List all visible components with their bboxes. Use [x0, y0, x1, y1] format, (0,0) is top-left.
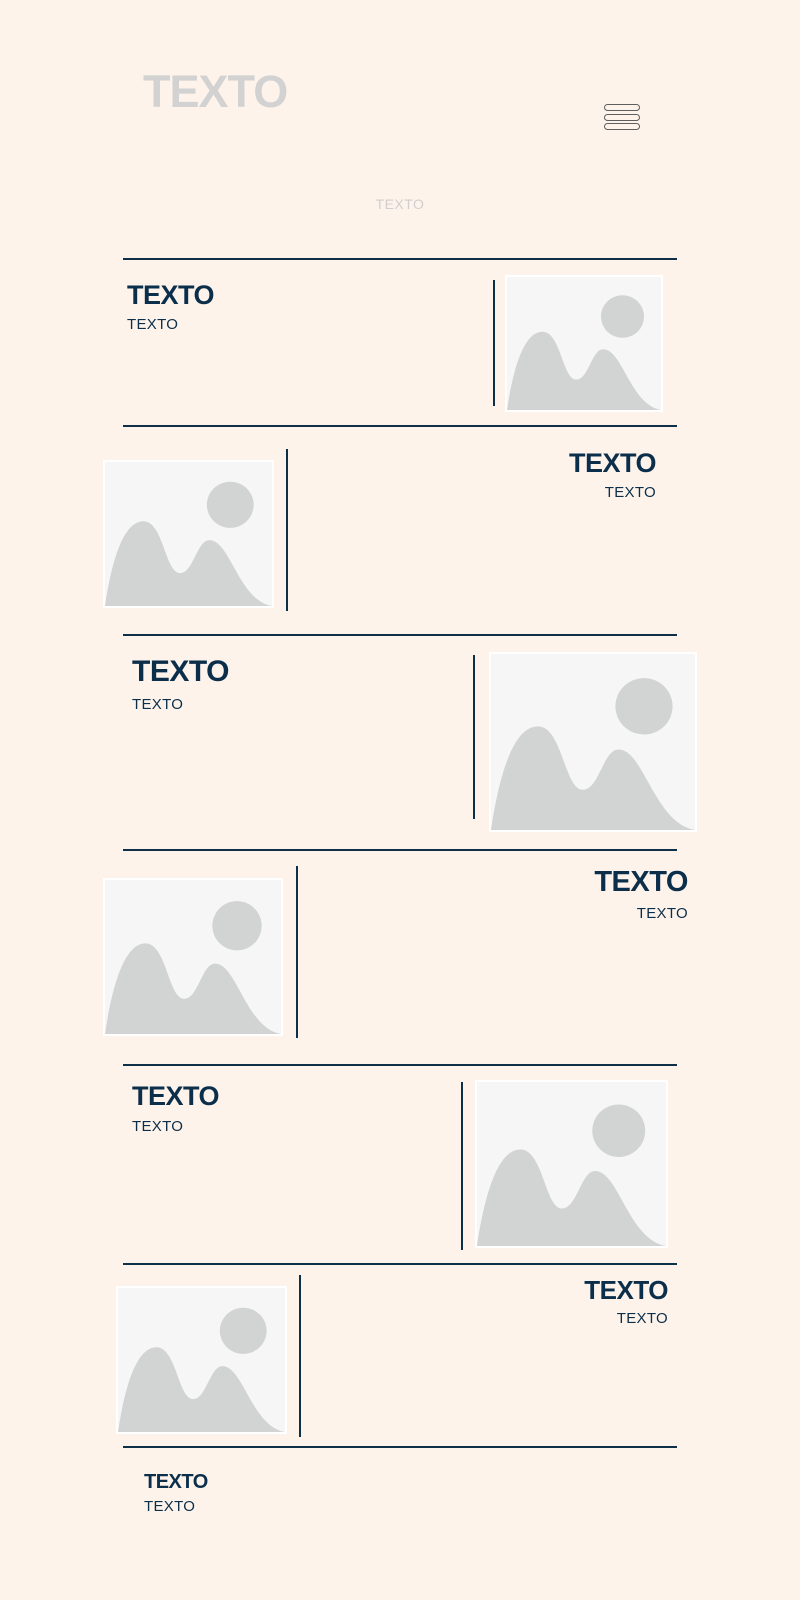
item-title: TEXTO — [144, 1471, 208, 1493]
image-placeholder-icon — [475, 1080, 668, 1248]
item-text: TEXTO — [636, 905, 688, 922]
item-title: TEXTO — [127, 280, 215, 310]
item-text: TEXTO — [127, 316, 179, 333]
page-subtitle: TEXTO — [375, 196, 425, 212]
hamburger-menu-button[interactable] — [604, 104, 642, 136]
item-title: TEXTO — [132, 655, 229, 688]
section-divider — [123, 849, 677, 851]
image-placeholder-icon — [505, 275, 663, 412]
image-placeholder-icon — [103, 878, 283, 1036]
item-separator — [473, 655, 475, 819]
item-text: TEXTO — [132, 696, 184, 713]
item-separator — [461, 1082, 463, 1250]
image-placeholder-icon — [103, 460, 274, 608]
section-divider — [123, 634, 677, 636]
menu-bar — [604, 113, 640, 121]
item-title: TEXTO — [132, 1081, 220, 1111]
section-divider — [123, 425, 677, 427]
item-title: TEXTO — [584, 1275, 668, 1305]
section-divider — [123, 1263, 677, 1265]
menu-bar — [604, 123, 640, 130]
item-text: TEXTO — [616, 1310, 668, 1327]
item-separator — [299, 1275, 301, 1437]
list-item[interactable]: TEXTO TEXTO — [568, 448, 657, 501]
list-item[interactable]: TEXTO TEXTO — [584, 1277, 668, 1326]
item-separator — [286, 449, 288, 611]
item-text: TEXTO — [604, 484, 656, 501]
list-item[interactable]: TEXTO TEXTO — [594, 866, 688, 922]
menu-bar — [604, 104, 640, 111]
item-separator — [493, 280, 495, 406]
image-placeholder-icon — [489, 652, 697, 832]
item-title: TEXTO — [594, 866, 688, 898]
section-divider — [123, 258, 677, 260]
item-text: TEXTO — [132, 1118, 184, 1135]
logo[interactable]: TEXTO — [143, 66, 288, 118]
section-divider — [123, 1446, 677, 1448]
list-item[interactable]: TEXTO TEXTO — [132, 655, 229, 713]
list-item[interactable]: TEXTO TEXTO — [144, 1472, 208, 1514]
section-divider — [123, 1064, 677, 1066]
list-item[interactable]: TEXTO TEXTO — [132, 1081, 220, 1135]
item-text: TEXTO — [144, 1498, 196, 1515]
image-placeholder-icon — [116, 1286, 287, 1434]
item-title: TEXTO — [568, 448, 657, 478]
item-separator — [296, 866, 298, 1038]
list-item[interactable]: TEXTO TEXTO — [127, 280, 215, 333]
